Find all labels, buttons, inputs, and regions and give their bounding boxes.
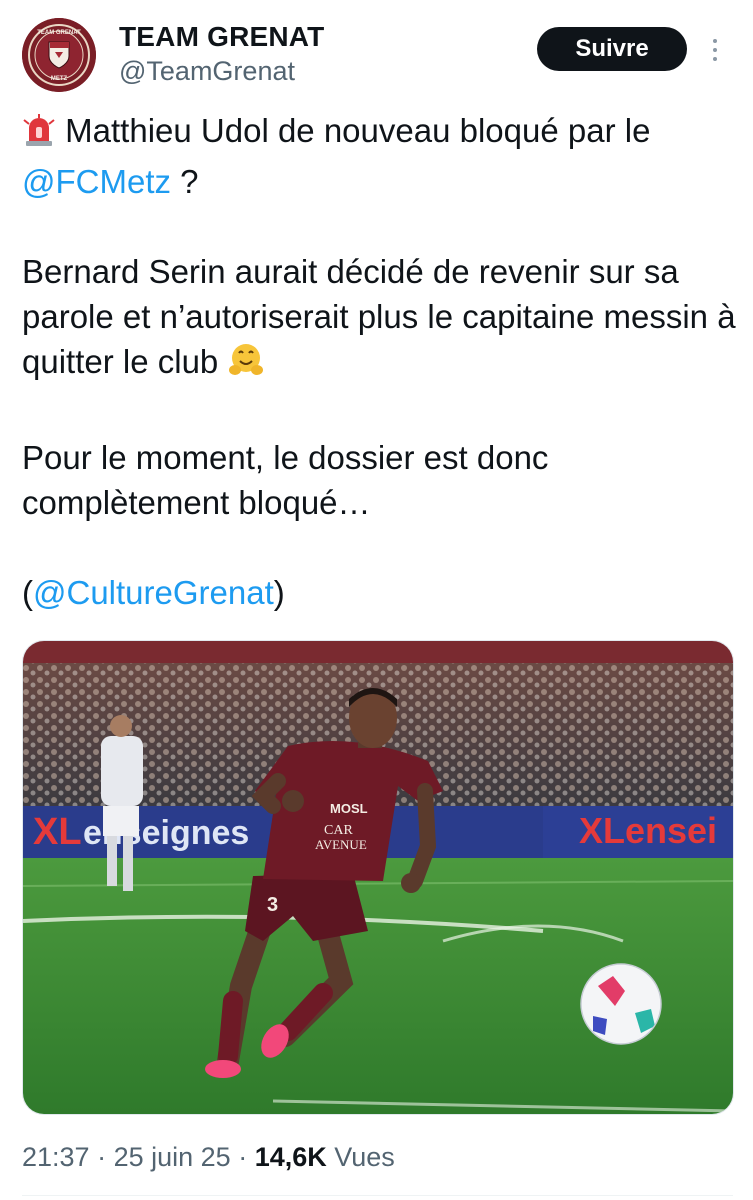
mention-fcmetz[interactable]: @FCMetz xyxy=(22,163,171,200)
source-open: ( xyxy=(22,574,33,611)
svg-text:AVENUE: AVENUE xyxy=(315,837,367,852)
tweet-time[interactable]: 21:37 xyxy=(22,1142,90,1172)
svg-text:CAR: CAR xyxy=(324,823,353,838)
handle[interactable]: @TeamGrenat xyxy=(119,54,324,88)
follow-button[interactable]: Suivre xyxy=(537,27,687,71)
team-crest-icon: TEAM GRENAT METZ xyxy=(22,18,96,92)
meta-separator: · xyxy=(89,1142,114,1172)
board-text-right: XLensei xyxy=(579,810,717,851)
hugging-face-icon xyxy=(227,341,265,390)
svg-text:MOSL: MOSL xyxy=(330,801,368,816)
tweet-meta: 21:37 · 25 juin 25 · 14,6K Vues xyxy=(22,1137,395,1177)
meta-separator: · xyxy=(230,1142,255,1172)
divider xyxy=(22,1195,733,1196)
views-label: Vues xyxy=(326,1142,395,1172)
more-vertical-icon[interactable] xyxy=(705,30,725,70)
football-icon xyxy=(580,963,662,1045)
siren-icon xyxy=(22,114,56,159)
tweet-paragraph-2: Bernard Serin aurait décidé de revenir s… xyxy=(22,249,737,390)
tweet-paragraph-3: Pour le moment, le dossier est donc comp… xyxy=(22,439,549,521)
source-close: ) xyxy=(273,574,285,611)
mention-culturegrenat[interactable]: @CultureGrenat xyxy=(33,574,274,611)
avatar[interactable]: TEAM GRENAT METZ xyxy=(22,18,96,92)
tweet-header: TEAM GRENAT METZ TEAM GRENAT @TeamGrenat… xyxy=(22,18,733,98)
football-player-photo: XL enseignes XLensei 3 MOSL CAR AVENUE xyxy=(23,641,733,1114)
paragraph-2-text: Bernard Serin aurait décidé de revenir s… xyxy=(22,253,736,380)
tweet-source: (@CultureGrenat) xyxy=(22,570,737,615)
tweet-text: Matthieu Udol de nouveau bloqué par le @… xyxy=(22,108,737,615)
tweet-headline: Matthieu Udol de nouveau bloqué par le @… xyxy=(22,108,737,204)
tweet-media-photo[interactable]: XL enseignes XLensei 3 MOSL CAR AVENUE xyxy=(22,640,734,1115)
svg-text:XL: XL xyxy=(33,811,82,853)
account-names: TEAM GRENAT @TeamGrenat xyxy=(119,20,324,88)
headline-text: Matthieu Udol de nouveau bloqué par le xyxy=(56,112,651,149)
tweet-date[interactable]: 25 juin 25 xyxy=(114,1142,231,1172)
crest-top-text: TEAM GRENAT xyxy=(37,30,81,36)
views-count: 14,6K xyxy=(254,1142,327,1172)
display-name[interactable]: TEAM GRENAT xyxy=(119,20,324,54)
svg-text:3: 3 xyxy=(267,894,278,916)
headline-suffix: ? xyxy=(171,163,199,200)
crest-bottom-text: METZ xyxy=(51,76,68,82)
